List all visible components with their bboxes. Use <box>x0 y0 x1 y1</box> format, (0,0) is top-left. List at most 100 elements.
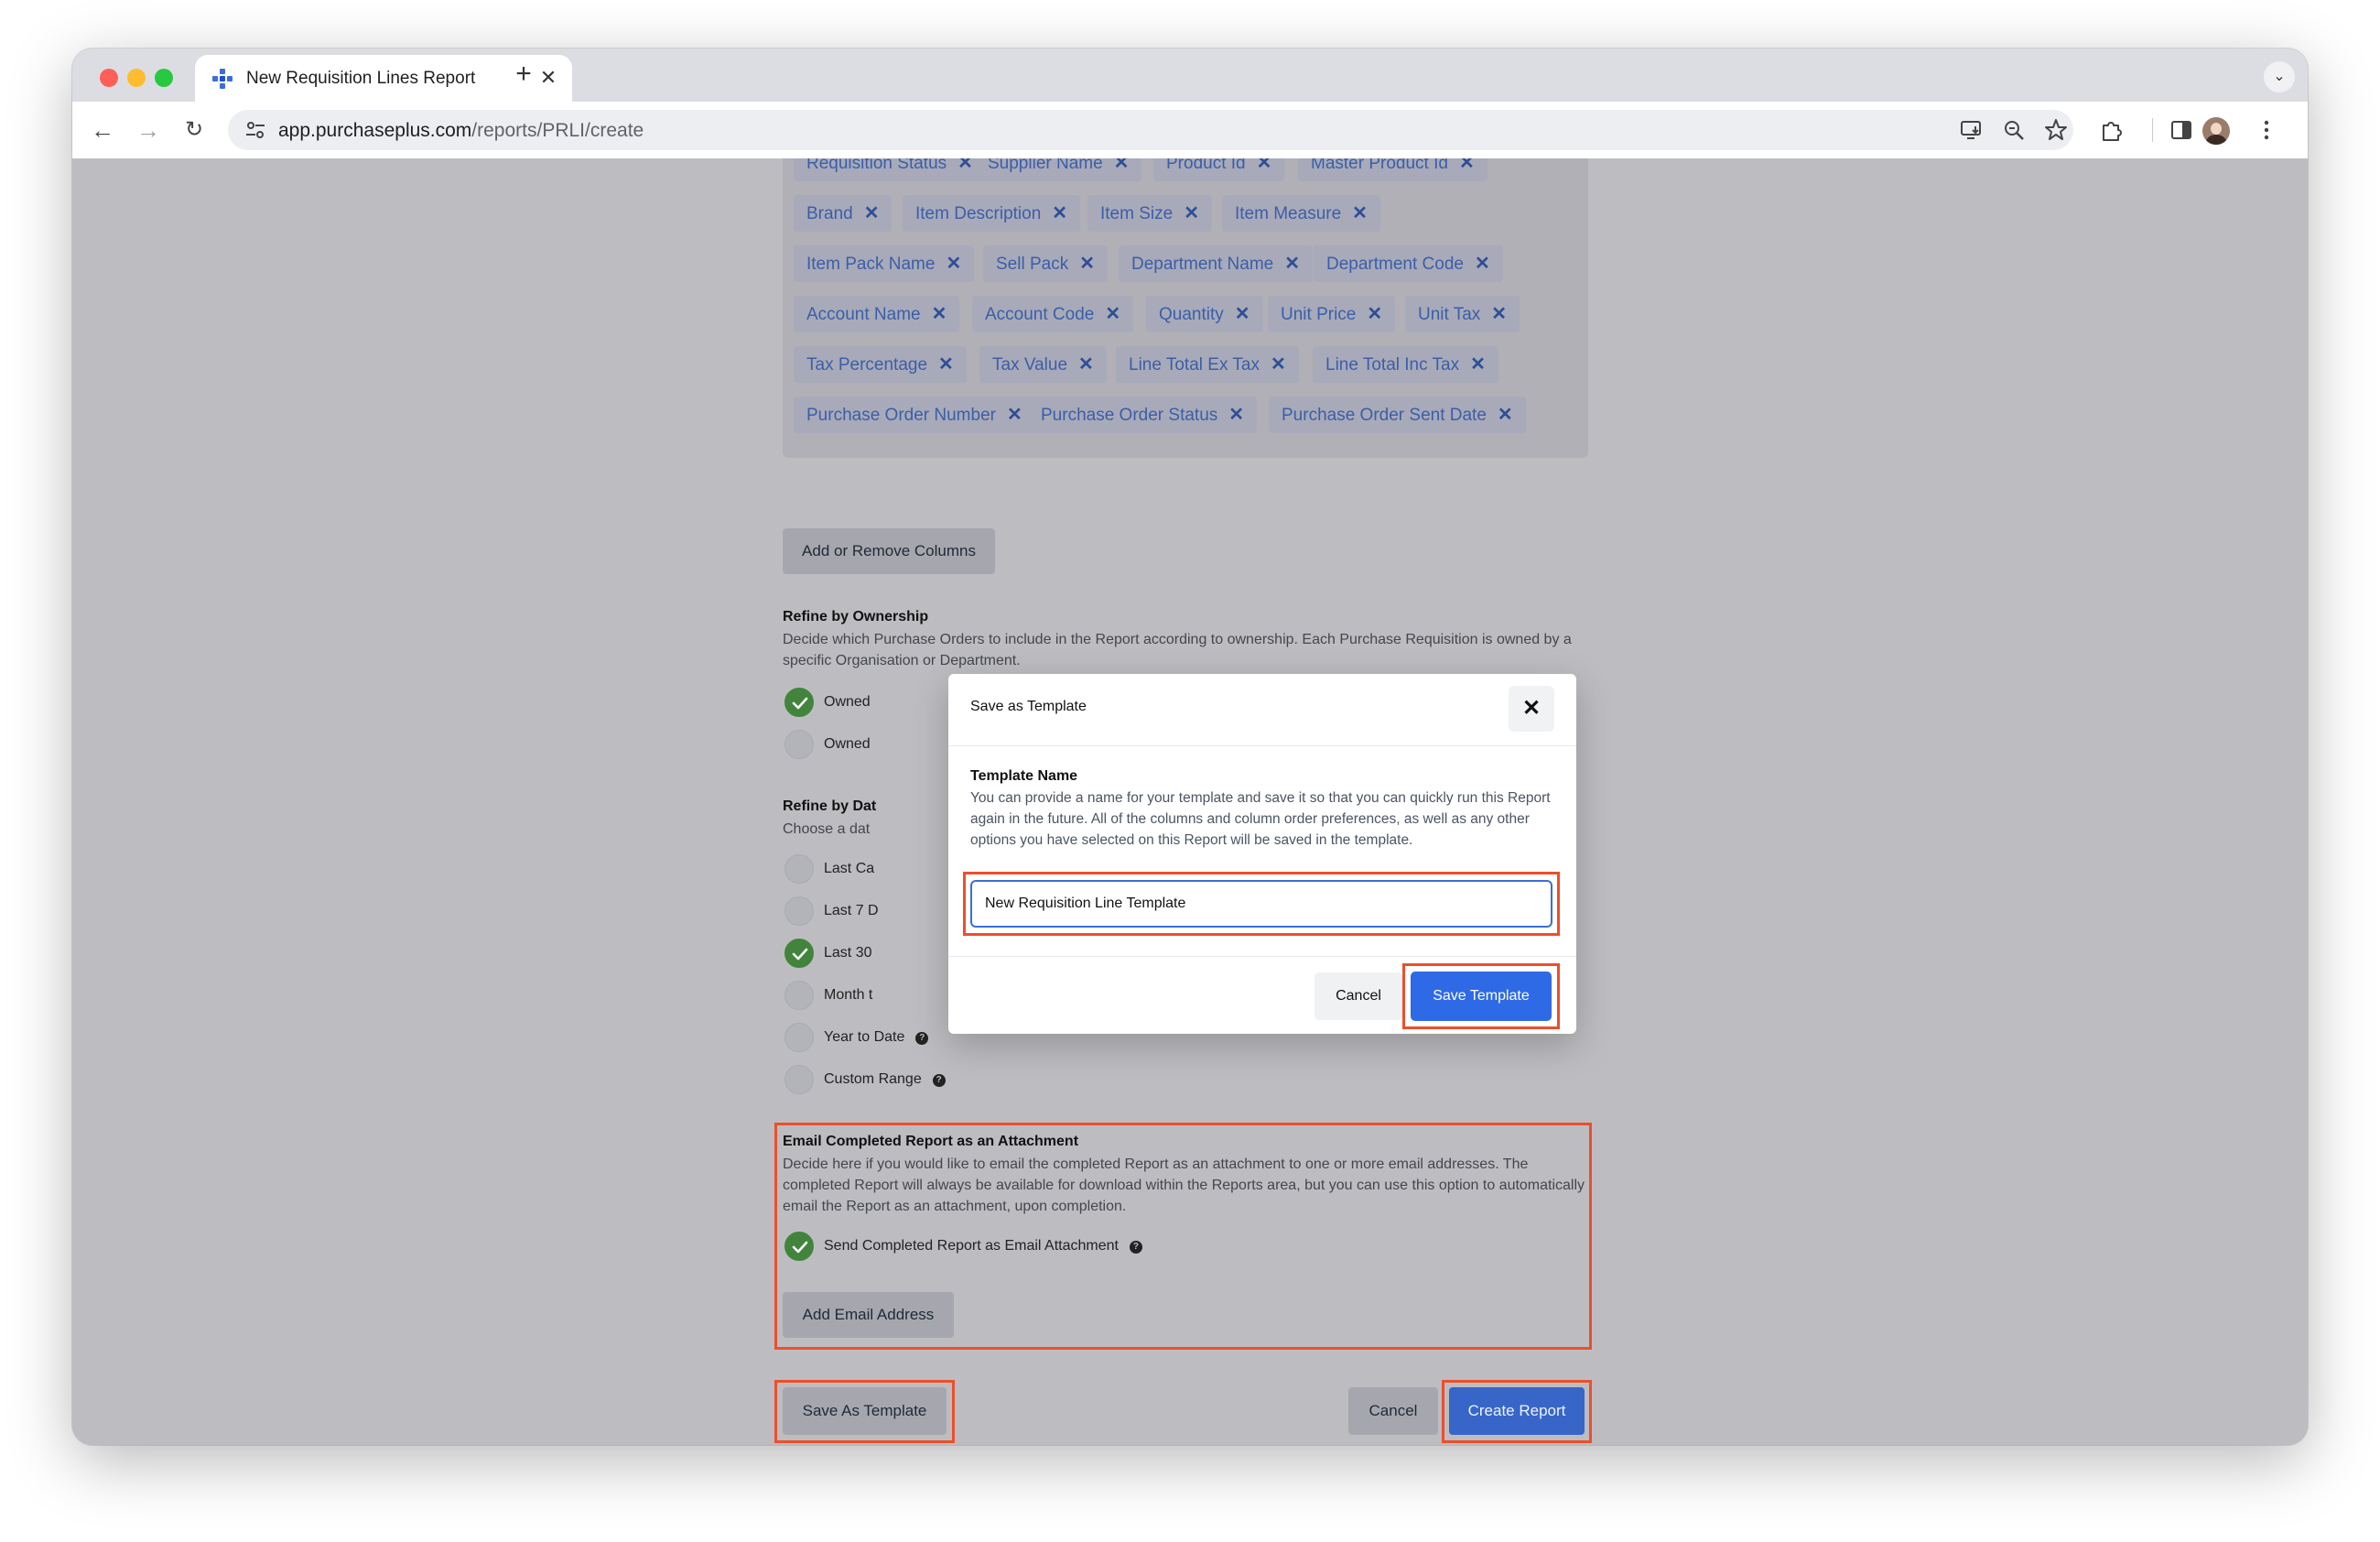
column-chip[interactable]: Requisition Status ✕ <box>794 158 986 181</box>
date-radio-1[interactable] <box>784 854 814 884</box>
modal-cancel-button[interactable]: Cancel <box>1314 972 1402 1020</box>
column-chip[interactable]: Unit Price ✕ <box>1268 296 1396 332</box>
more-menu-icon[interactable] <box>2254 117 2279 143</box>
profile-avatar[interactable] <box>2202 117 2230 145</box>
ownership-radio-1[interactable] <box>784 688 814 717</box>
save-as-template-button[interactable]: Save As Template <box>783 1387 947 1435</box>
forward-arrow-icon[interactable]: → <box>133 114 164 146</box>
column-chip[interactable]: Line Total Inc Tax ✕ <box>1313 346 1498 383</box>
column-chip[interactable]: Line Total Ex Tax ✕ <box>1116 346 1299 383</box>
remove-chip-icon[interactable]: ✕ <box>1284 254 1300 274</box>
tab-close-icon[interactable]: ✕ <box>536 65 561 91</box>
column-chip[interactable]: Brand ✕ <box>794 195 892 232</box>
modal-close-icon[interactable]: ✕ <box>1509 686 1554 732</box>
column-chip[interactable]: Tax Value ✕ <box>979 346 1107 383</box>
chip-label: Purchase Order Status <box>1041 406 1218 425</box>
side-panel-icon[interactable] <box>2169 117 2194 143</box>
maximize-window-button[interactable] <box>155 69 173 87</box>
remove-chip-icon[interactable]: ✕ <box>1459 158 1475 173</box>
omnibox[interactable]: app.purchaseplus.com/reports/PRLI/create <box>228 110 2073 150</box>
remove-chip-icon[interactable]: ✕ <box>938 354 954 375</box>
column-chip[interactable]: Department Name ✕ <box>1119 245 1313 282</box>
remove-chip-icon[interactable]: ✕ <box>1184 203 1199 223</box>
chip-label: Purchase Order Number <box>806 406 996 425</box>
remove-chip-icon[interactable]: ✕ <box>1271 354 1286 375</box>
email-attachment-checkbox[interactable] <box>784 1232 814 1261</box>
remove-chip-icon[interactable]: ✕ <box>1352 203 1368 223</box>
help-question-icon[interactable]: ? <box>1129 1241 1142 1254</box>
remove-chip-icon[interactable]: ✕ <box>1475 254 1490 274</box>
url-path: /reports/PRLI/create <box>471 120 644 141</box>
add-email-address-button[interactable]: Add Email Address <box>783 1292 954 1338</box>
tab-bar: New Requisition Lines Report ✕ + ⌄ <box>72 49 2308 102</box>
remove-chip-icon[interactable]: ✕ <box>1105 304 1120 324</box>
date-radio-5[interactable] <box>784 1023 814 1052</box>
column-chip[interactable]: Item Description ✕ <box>903 195 1081 232</box>
column-chip[interactable]: Unit Tax ✕ <box>1405 296 1520 332</box>
column-chip[interactable]: Purchase Order Number ✕ <box>794 396 1035 433</box>
column-chip[interactable]: Item Measure ✕ <box>1222 195 1380 232</box>
date-radio-3[interactable] <box>784 939 814 968</box>
remove-chip-icon[interactable]: ✕ <box>1078 354 1094 375</box>
ownership-radio-2[interactable] <box>784 730 814 759</box>
selected-columns-box: Requisition Status ✕ Supplier Name ✕ Produ… <box>783 158 1588 458</box>
date-radio-4[interactable] <box>784 981 814 1010</box>
remove-chip-icon[interactable]: ✕ <box>946 254 961 274</box>
chip-label: Unit Price <box>1281 305 1357 324</box>
remove-chip-icon[interactable]: ✕ <box>1052 203 1067 223</box>
column-chip[interactable]: Item Size ✕ <box>1087 195 1212 232</box>
create-report-button[interactable]: Create Report <box>1449 1387 1585 1435</box>
reload-icon[interactable]: ↻ <box>178 114 210 146</box>
remove-chip-icon[interactable]: ✕ <box>1079 254 1095 274</box>
remove-chip-icon[interactable]: ✕ <box>957 158 973 173</box>
column-chip[interactable]: Master Product Id ✕ <box>1298 158 1488 181</box>
column-chip[interactable]: Sell Pack ✕ <box>983 245 1108 282</box>
save-template-modal: Save as Template ✕ Template Name You can… <box>948 674 1576 1034</box>
remove-chip-icon[interactable]: ✕ <box>864 203 880 223</box>
remove-chip-icon[interactable]: ✕ <box>1007 405 1022 425</box>
column-chip[interactable]: Purchase Order Sent Date ✕ <box>1269 396 1526 433</box>
template-name-input[interactable] <box>970 880 1552 928</box>
save-template-button[interactable]: Save Template <box>1411 972 1552 1021</box>
column-chip[interactable]: Tax Percentage ✕ <box>794 346 967 383</box>
remove-chip-icon[interactable]: ✕ <box>1228 405 1244 425</box>
column-chip[interactable]: Item Pack Name ✕ <box>794 245 975 282</box>
column-chip[interactable]: Quantity ✕ <box>1146 296 1263 332</box>
date-radio-2[interactable] <box>784 896 814 926</box>
tab-search-chevron-icon[interactable]: ⌄ <box>2264 61 2295 92</box>
chip-label: Sell Pack <box>996 255 1069 274</box>
zoom-icon[interactable] <box>2001 117 2027 143</box>
chip-label: Requisition Status <box>806 158 947 173</box>
remove-chip-icon[interactable]: ✕ <box>1114 158 1130 173</box>
remove-chip-icon[interactable]: ✕ <box>1470 354 1486 375</box>
column-chip[interactable]: Product Id ✕ <box>1153 158 1285 181</box>
help-question-icon[interactable]: ? <box>932 1074 946 1087</box>
column-chip[interactable]: Supplier Name ✕ <box>975 158 1142 181</box>
chip-label: Line Total Ex Tax <box>1129 355 1260 375</box>
remove-chip-icon[interactable]: ✕ <box>1491 304 1507 324</box>
chip-label: Account Name <box>806 305 921 324</box>
remove-chip-icon[interactable]: ✕ <box>1367 304 1382 324</box>
site-settings-icon[interactable] <box>243 117 268 143</box>
remove-chip-icon[interactable]: ✕ <box>1235 304 1250 324</box>
column-chip[interactable]: Account Code ✕ <box>972 296 1134 332</box>
remove-chip-icon[interactable]: ✕ <box>1498 405 1513 425</box>
close-window-button[interactable] <box>100 69 118 87</box>
url-text[interactable]: app.purchaseplus.com/reports/PRLI/create <box>278 120 644 142</box>
date-radio-6[interactable] <box>784 1065 814 1094</box>
column-chip[interactable]: Department Code ✕ <box>1314 245 1503 282</box>
add-remove-columns-button[interactable]: Add or Remove Columns <box>783 528 995 574</box>
install-app-icon[interactable] <box>1959 117 1985 143</box>
column-chip[interactable]: Purchase Order Status ✕ <box>1028 396 1258 433</box>
column-chip[interactable]: Account Name ✕ <box>794 296 960 332</box>
bookmark-star-icon[interactable] <box>2043 117 2069 143</box>
minimize-window-button[interactable] <box>127 69 146 87</box>
remove-chip-icon[interactable]: ✕ <box>932 304 947 324</box>
back-arrow-icon[interactable]: ← <box>87 114 118 146</box>
cancel-button[interactable]: Cancel <box>1348 1387 1438 1435</box>
remove-chip-icon[interactable]: ✕ <box>1257 158 1272 173</box>
new-tab-plus-icon[interactable]: + <box>508 60 539 91</box>
extensions-puzzle-icon[interactable] <box>2099 117 2125 143</box>
help-question-icon[interactable]: ? <box>915 1032 929 1045</box>
date-description: Choose a dat <box>783 821 871 837</box>
